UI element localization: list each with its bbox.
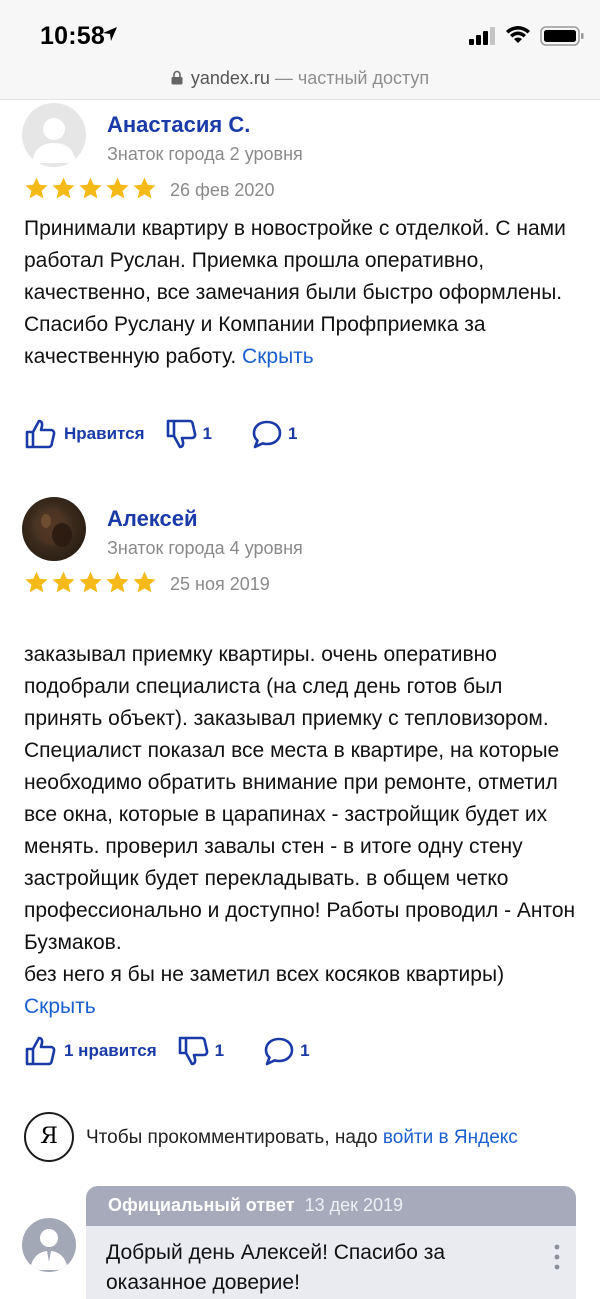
url-bar[interactable]: yandex.ru — частный доступ [0, 60, 600, 100]
star-icon [133, 571, 156, 593]
battery-icon [540, 26, 584, 46]
review-date: 25 ноя 2019 [170, 574, 270, 594]
avatar[interactable] [22, 497, 86, 561]
official-reply-header: Официальный ответ 13 дек 2019 [86, 1186, 576, 1226]
comment-login-prompt: Я Чтобы прокомментировать, надо войти в … [24, 1112, 584, 1166]
cellular-signal-icon [469, 27, 495, 45]
like-label: 1 нравится [64, 1041, 157, 1060]
like-button[interactable]: 1 нравится [24, 1035, 157, 1067]
thumbs-up-icon [25, 1036, 56, 1066]
reviewer-rank: Знаток города 4 уровня [107, 538, 303, 558]
reviewer-rank: Знаток города 2 уровня [107, 144, 303, 164]
star-icon [52, 177, 75, 199]
review-card: Алексей Знаток города 4 уровня 25 ноя 20… [0, 494, 600, 1084]
hide-review-link[interactable]: Скрыть [242, 345, 314, 368]
star-icon [106, 177, 129, 199]
yandex-logo: Я [24, 1112, 74, 1162]
thumbs-down-icon [178, 1036, 209, 1066]
review-date: 26 фев 2020 [170, 180, 275, 200]
official-reply-title: Официальный ответ [108, 1195, 295, 1215]
star-icon [133, 177, 156, 199]
hide-review-link[interactable]: Скрыть [24, 995, 96, 1018]
business-avatar [22, 1218, 76, 1272]
star-icon [52, 571, 75, 593]
comment-prompt-text: Чтобы прокомментировать, надо войти в Ян… [86, 1127, 518, 1149]
login-link[interactable]: войти в Яндекс [383, 1127, 518, 1148]
official-reply-text: Добрый день Алексей! Спасибо за оказанно… [106, 1241, 446, 1294]
review-actions: Нравится 1 1 [24, 418, 297, 450]
comment-count: 1 [300, 1041, 310, 1060]
star-icon [79, 571, 102, 593]
dislike-count: 1 [214, 1041, 225, 1060]
reviewer-name[interactable]: Алексей [107, 506, 198, 532]
user-photo [38, 509, 72, 547]
dislike-button[interactable]: 1 [177, 1035, 224, 1067]
business-user-icon [30, 1229, 68, 1270]
avatar[interactable] [22, 103, 86, 167]
review-text: Принимали квартиру в новостройке с отдел… [24, 213, 584, 373]
url-host: yandex.ru [190, 68, 270, 88]
lock-icon [171, 70, 183, 85]
rating-stars [24, 176, 157, 201]
comment-button[interactable]: 1 [250, 418, 297, 450]
star-icon [25, 177, 48, 199]
comment-icon [264, 1037, 294, 1066]
thumbs-up-icon [25, 419, 56, 449]
review-text: заказывал приемку квартиры. очень операт… [24, 607, 584, 1023]
like-button[interactable]: Нравится [24, 418, 145, 450]
default-user-icon [32, 118, 76, 163]
review-card: Анастасия С. Знаток города 2 уровня 26 ф… [0, 100, 600, 470]
official-reply-date: 13 дек 2019 [304, 1195, 404, 1215]
star-icon [106, 571, 129, 593]
location-arrow-icon [103, 27, 117, 41]
official-reply: Официальный ответ 13 дек 2019 Добрый день… [86, 1186, 576, 1299]
url-text[interactable]: yandex.ru — частный доступ [0, 68, 600, 89]
review-actions: 1 нравится 1 1 [24, 1035, 310, 1067]
like-label: Нравится [64, 424, 145, 443]
dislike-button[interactable]: 1 [165, 418, 212, 450]
comment-icon [252, 420, 282, 449]
dislike-count: 1 [202, 424, 212, 443]
rating-stars [24, 570, 157, 595]
url-suffix: — частный доступ [269, 68, 430, 88]
star-icon [79, 177, 102, 199]
wifi-icon [506, 26, 530, 43]
status-bar: 10:58 [0, 0, 600, 60]
star-icon [25, 571, 48, 593]
status-time: 10:58 [40, 22, 105, 50]
comment-button[interactable]: 1 [262, 1035, 310, 1067]
comment-prompt-label: Чтобы прокомментировать, надо [86, 1127, 383, 1148]
comment-count: 1 [287, 424, 298, 443]
reviewer-name[interactable]: Анастасия С. [107, 112, 250, 138]
thumbs-down-icon [166, 419, 196, 449]
review-body: заказывал приемку квартиры. очень операт… [24, 643, 576, 986]
more-options-icon[interactable] [554, 1244, 560, 1270]
